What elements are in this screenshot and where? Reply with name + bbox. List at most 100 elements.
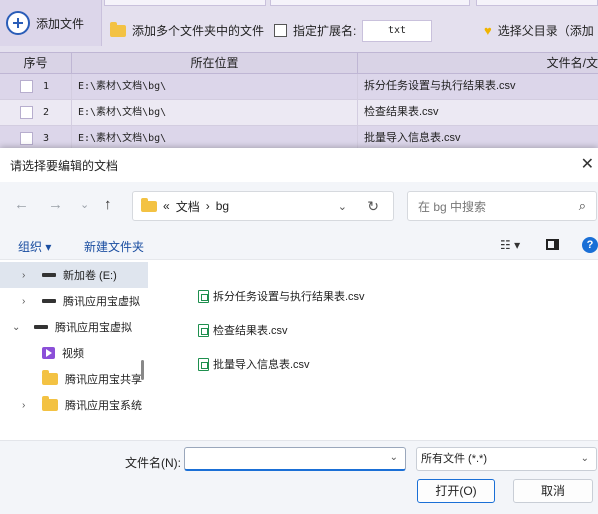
folder-icon [110,21,126,37]
dialog-titlebar: 请选择要编辑的文档 ✕ [0,148,598,182]
open-file-dialog: 请选择要编辑的文档 ✕ ← → ⌄ ↑ « 文档 › bg ⌄ ↻ 在 bg 中… [0,148,598,514]
chevron-down-icon[interactable]: ⌄ [338,200,347,213]
tree-item-label: 新加卷 (E:) [63,270,117,282]
refresh-icon[interactable]: ↻ [367,198,379,215]
row-filename: 拆分任务设置与执行结果表.csv [364,80,516,92]
tree-item-new-volume[interactable]: › 新加卷 (E:) [0,262,148,288]
tree-item-label: 视频 [62,348,84,360]
recent-chevron-icon[interactable]: ⌄ [80,198,89,211]
cancel-button[interactable]: 取消 [513,479,593,503]
video-icon [42,347,55,359]
file-list: 拆分任务设置与执行结果表.csv 检查结果表.csv 批量导入信息表.csv [150,260,598,440]
search-input[interactable]: 在 bg 中搜索 ⌕ [407,191,597,221]
col-path-header[interactable]: 所在位置 [72,53,358,73]
filename-label: 文件名(N): [125,456,181,470]
forward-arrow-icon[interactable]: → [48,196,63,213]
specify-ext-label: 指定扩展名: [293,24,357,38]
new-folder-button[interactable]: 新建文件夹 [84,238,144,255]
file-item[interactable]: 检查结果表.csv [198,322,288,338]
expand-arrow-icon[interactable]: › [22,296,25,307]
up-arrow-icon[interactable]: ↑ [104,196,112,213]
plus-icon [6,11,30,35]
tree-item-label: 腾讯应用宝虚拟 [55,322,132,334]
row-checkbox[interactable] [20,80,33,93]
row-checkbox[interactable] [20,106,33,119]
address-bar[interactable]: « 文档 › bg ⌄ ↻ [132,191,394,221]
table-row[interactable]: 1 E:\素材\文档\bg\ 拆分任务设置与执行结果表.csv [0,74,598,100]
heart-icon: ♥ [484,23,492,38]
cut-toolbar-button[interactable] [476,0,598,6]
add-multi-folder-label: 添加多个文件夹中的文件 [132,24,265,38]
expand-arrow-icon[interactable]: › [22,270,25,281]
drive-icon [42,299,56,303]
choose-parent-button[interactable]: ♥ 选择父目录（添加 [484,22,594,39]
specify-ext-toggle[interactable]: 指定扩展名: [274,22,356,39]
add-file-button[interactable]: 添加文件 [0,0,102,46]
specify-ext-checkbox[interactable] [274,24,287,37]
file-name: 拆分任务设置与执行结果表.csv [213,291,365,303]
background-app: 添加文件 添加多个文件夹中的文件 指定扩展名: txt ♥ 选择父目录（添加 序… [0,0,598,160]
breadcrumb-overflow[interactable]: « [163,199,170,213]
tree-item-tencent-virtual-1[interactable]: › 腾讯应用宝虚拟 [0,288,148,314]
row-checkbox[interactable] [20,132,33,145]
cut-toolbar-button[interactable] [270,0,470,6]
tree-item-tencent-shared[interactable]: 腾讯应用宝共享 [0,366,148,392]
toolbar: 添加文件 添加多个文件夹中的文件 指定扩展名: txt ♥ 选择父目录（添加 [0,0,598,52]
dialog-footer: 文件名(N): ⌄ 所有文件 (*.*) ⌄ 打开(O) 取消 [0,440,598,514]
choose-parent-label: 选择父目录（添加 [497,24,594,38]
drive-icon [34,325,48,329]
filename-input[interactable]: ⌄ [184,447,406,471]
command-bar: 组织 ▾ 新建文件夹 ☷ ▾ ? [0,230,598,260]
row-index: 1 [43,81,50,92]
csv-file-icon [198,323,209,337]
breadcrumb-docs[interactable]: 文档 [176,198,200,215]
tree-item-video[interactable]: 视频 [0,340,148,366]
tree-item-label: 腾讯应用宝虚拟 [63,296,140,308]
tree-item-label: 腾讯应用宝共享 [65,374,142,386]
breadcrumb-separator: › [205,199,210,213]
expand-arrow-icon[interactable]: › [22,400,25,411]
folder-icon [42,370,58,385]
chevron-down-icon[interactable]: ⌄ [581,448,589,470]
row-filename: 检查结果表.csv [364,106,439,118]
col-name-header[interactable]: 文件名/文 [358,53,598,73]
breadcrumb-bg[interactable]: bg [216,199,229,213]
back-arrow-icon[interactable]: ← [14,196,29,213]
search-placeholder: 在 bg 中搜索 [418,199,487,214]
col-index-header[interactable]: 序号 [0,53,72,73]
nav-bar: ← → ⌄ ↑ « 文档 › bg ⌄ ↻ 在 bg 中搜索 ⌕ [0,182,598,230]
file-item[interactable]: 批量导入信息表.csv [198,356,310,372]
csv-file-icon [198,289,209,303]
add-file-label: 添加文件 [36,16,85,31]
tree-item-tencent-virtual-2[interactable]: ⌄ 腾讯应用宝虚拟 [0,314,148,340]
row-path: E:\素材\文档\bg\ [72,100,358,125]
folder-icon [141,197,157,212]
drive-icon [42,273,56,277]
row-index: 2 [43,107,50,118]
close-icon[interactable]: ✕ [581,154,594,174]
add-multi-folder-button[interactable]: 添加多个文件夹中的文件 [110,21,265,39]
preview-pane-icon[interactable] [546,239,559,250]
filetype-select[interactable]: 所有文件 (*.*) ⌄ [416,447,597,471]
help-icon[interactable]: ? [582,237,598,253]
tree-item-label: 腾讯应用宝系统 [65,400,142,412]
table-row[interactable]: 2 E:\素材\文档\bg\ 检查结果表.csv [0,100,598,126]
file-name: 检查结果表.csv [213,325,288,337]
grid-header: 序号 所在位置 文件名/文 [0,52,598,74]
row-index: 3 [43,133,50,144]
view-options-icon[interactable]: ☷ ▾ [500,238,520,252]
ext-input[interactable]: txt [362,20,432,42]
filetype-value: 所有文件 (*.*) [421,453,487,465]
navigation-tree: › 新加卷 (E:) › 腾讯应用宝虚拟 ⌄ 腾讯应用宝虚拟 视频 腾讯应用宝共… [0,260,148,440]
file-item[interactable]: 拆分任务设置与执行结果表.csv [198,288,365,304]
file-name: 批量导入信息表.csv [213,359,310,371]
collapse-arrow-icon[interactable]: ⌄ [12,322,20,333]
chevron-down-icon[interactable]: ⌄ [390,452,398,463]
tree-scrollbar[interactable] [141,360,144,380]
open-button[interactable]: 打开(O) [417,479,495,503]
organize-menu[interactable]: 组织 ▾ [18,238,51,255]
cut-toolbar-button[interactable] [104,0,266,6]
search-icon: ⌕ [578,198,586,213]
folder-icon [42,396,58,411]
tree-item-tencent-system[interactable]: › 腾讯应用宝系统 [0,392,148,418]
